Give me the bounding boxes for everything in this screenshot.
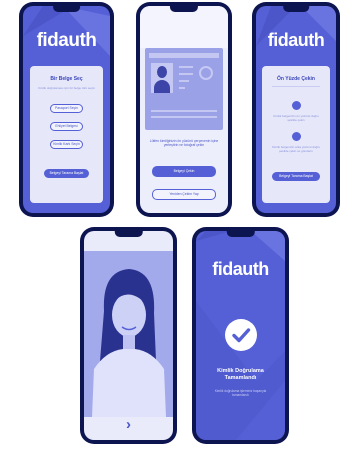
brand-logo: fidauth — [36, 30, 97, 51]
step-one-text: Kimlik belgenizin ön yüzünü doğru şekild… — [273, 114, 319, 122]
success-subtext: Kimlik doğrulama işleminiz başarıyla tam… — [214, 389, 267, 397]
start-scan-button[interactable]: Belgeyi Tarama Başlat — [272, 172, 320, 181]
selfie-portrait — [84, 251, 173, 417]
id-photo-head — [157, 66, 167, 78]
id-card-line — [179, 66, 193, 68]
card-title: Bir Belge Seç — [50, 76, 83, 82]
step-two-icon — [291, 132, 301, 141]
success-check-icon — [224, 319, 257, 351]
capture-instruction: Lütfen kimliğinizin ön yüzünü çerçevenin… — [149, 139, 219, 147]
phone-selfie: › — [80, 227, 177, 444]
card-subtitle: Kimlik doğrulaması için bir belge türü s… — [38, 86, 95, 90]
id-card-seal — [199, 66, 213, 80]
phone-document-select: fidauth Bir Belge Seç Kimlik doğrulaması… — [19, 2, 114, 217]
step-one-icon — [291, 101, 301, 110]
id-card-photo — [151, 63, 173, 93]
brand-logo: fidauth — [267, 30, 325, 50]
id-card-mrz — [151, 110, 217, 112]
screen-success: fidauth Kimlik Doğrulama Tamamlandı Kiml… — [196, 231, 285, 440]
phone-success: fidauth Kimlik Doğrulama Tamamlandı Kiml… — [192, 227, 289, 444]
phone-notch — [114, 231, 143, 237]
selfie-camera-view — [84, 251, 173, 417]
id-card-header-strip — [149, 53, 219, 58]
id-card-option[interactable]: Kimlik Kartı Seçin — [50, 140, 83, 149]
screen-id-capture: Lütfen kimliğinizin ön yüzünü çerçevenin… — [140, 6, 228, 213]
step-two-text: Kimlik belgenizin arka yüzünü doğru şeki… — [271, 145, 321, 153]
id-card-mrz — [151, 116, 217, 118]
id-card-preview — [145, 48, 223, 130]
screen-scan-steps: fidauth Ön Yüzde Çekin Kimlik belgenizin… — [256, 6, 336, 213]
capture-document-button[interactable]: Belgeyi Çekin — [152, 166, 216, 177]
screen-selfie: › — [84, 231, 173, 440]
card-title: Ön Yüzde Çekin — [277, 76, 315, 82]
document-select-card: Bir Belge Seç Kimlik doğrulaması için bi… — [30, 66, 103, 203]
phone-notch — [52, 6, 81, 12]
phone-id-capture: Lütfen kimliğinizin ön yüzünü çerçevenin… — [136, 2, 232, 217]
screen-document-select: fidauth Bir Belge Seç Kimlik doğrulaması… — [23, 6, 110, 213]
camera-top-area — [140, 6, 228, 48]
id-photo-shoulders — [154, 80, 170, 93]
phone-notch — [283, 6, 309, 12]
phone-scan-steps: fidauth Ön Yüzde Çekin Kimlik belgenizin… — [252, 2, 340, 217]
brand-logo: fidauth — [212, 259, 269, 279]
retake-button[interactable]: Yeniden Çekim Yap — [152, 189, 216, 200]
start-scan-button[interactable]: Belgeyi Tarama Başlat — [44, 169, 89, 178]
id-card-line — [179, 80, 189, 82]
passport-option[interactable]: Pasaport Seçin — [50, 104, 83, 113]
phone-notch — [169, 6, 199, 12]
selfie-next-chevron-icon[interactable]: › — [84, 417, 173, 432]
id-card-line — [179, 87, 185, 89]
license-option[interactable]: Ehliyet Belgesi — [50, 122, 83, 131]
phone-notch — [226, 231, 255, 237]
card-divider — [272, 86, 320, 87]
success-heading: Kimlik Doğrulama Tamamlandı — [217, 368, 264, 381]
id-card-line — [179, 73, 193, 75]
scan-steps-card: Ön Yüzde Çekin Kimlik belgenizin ön yüzü… — [262, 66, 330, 203]
